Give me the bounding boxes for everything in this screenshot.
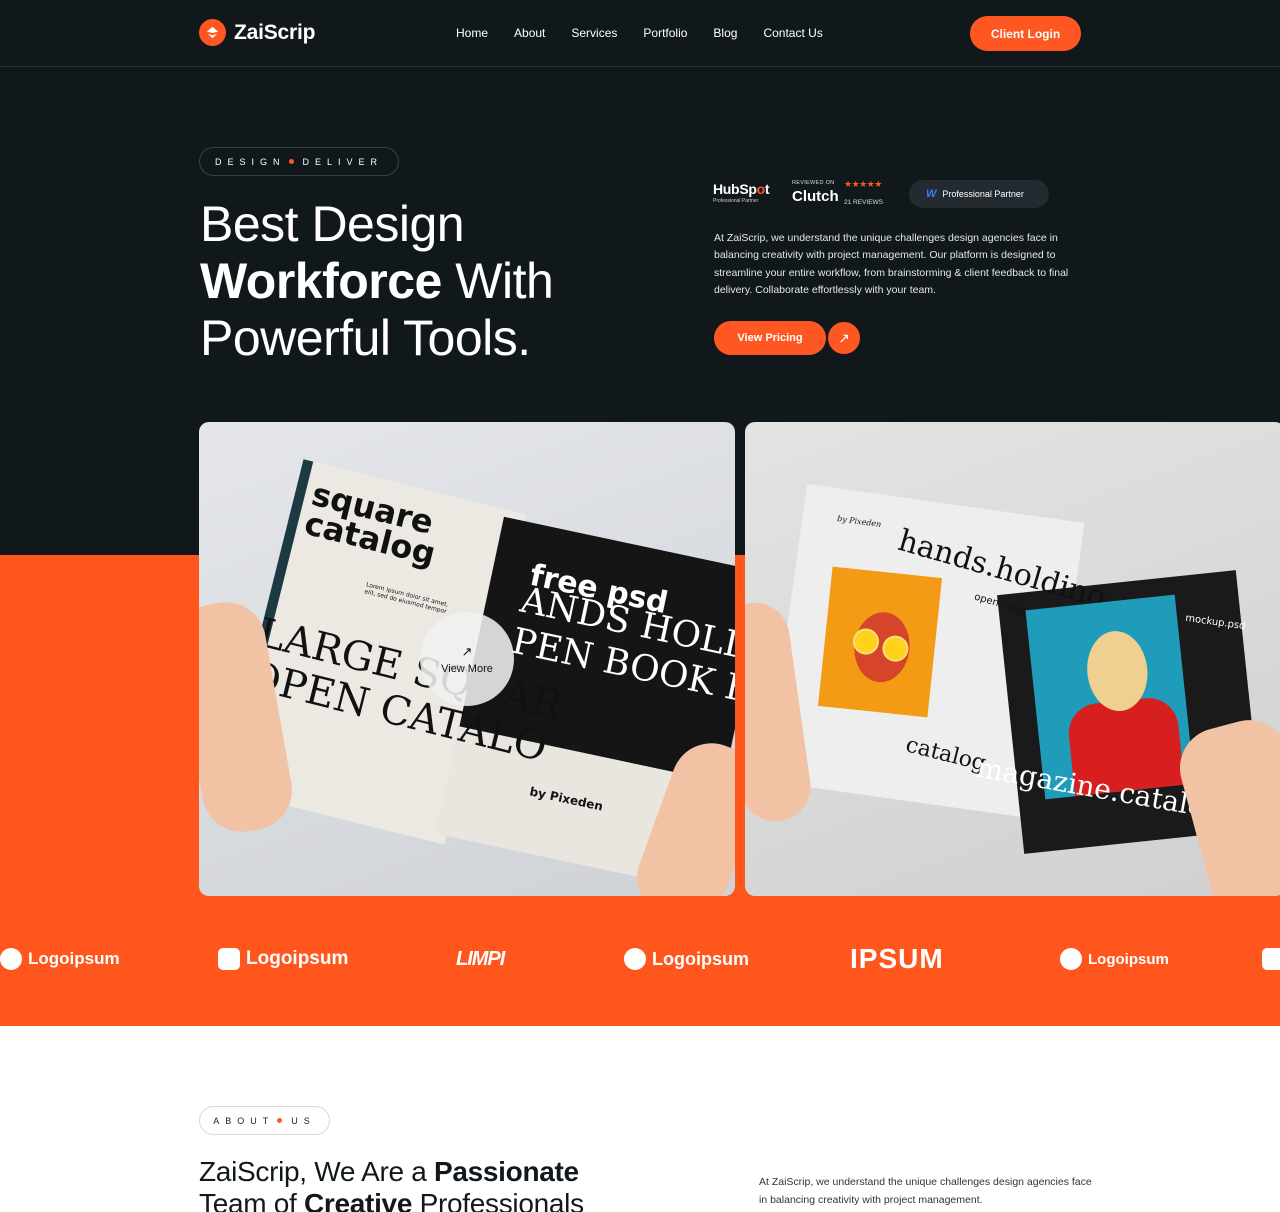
hubspot-badge: HubSpot Professional Partner (713, 181, 770, 204)
brand-logo[interactable]: ZaiScrip (199, 19, 315, 46)
hubspot-name-b: t (764, 181, 770, 197)
nav-services[interactable]: Services (571, 26, 617, 40)
partner-logo-7 (1262, 948, 1280, 970)
brand-name: ZaiScrip (234, 20, 316, 44)
nav-contact[interactable]: Contact Us (763, 26, 822, 40)
partner-logo-3: LIMPI (456, 948, 505, 971)
hero-title-bold: Workforce (200, 253, 442, 309)
webflow-icon: W (926, 188, 936, 200)
dot-icon (288, 159, 294, 164)
dot-icon (277, 1118, 283, 1123)
client-login-button[interactable]: Client Login (970, 16, 1081, 51)
nav-blog[interactable]: Blog (713, 26, 737, 40)
about-description: At ZaiScrip, we understand the unique ch… (759, 1176, 1092, 1206)
about-title-bold2: Creative (303, 1188, 413, 1212)
circle-logo-icon (624, 948, 646, 970)
hero-description: At ZaiScrip, we understand the unique ch… (714, 232, 1069, 297)
about-tag-pill: ABOUT US (199, 1106, 330, 1135)
partner-logo-6: Logoipsum (1060, 948, 1169, 970)
hubspot-name-a: HubSp (713, 181, 757, 197)
partner-logos-strip: Logoipsum Logoipsum LIMPI Logoipsum IPSU… (0, 940, 1280, 984)
professional-partner-badge: W Professional Partner (909, 180, 1049, 208)
arrow-up-right-icon[interactable]: ↗ (827, 321, 861, 355)
hubspot-name-o: o (756, 181, 766, 197)
partner-logo-2: Logoipsum (218, 948, 348, 970)
gallery-card-square-catalog[interactable]: square catalog Lorem ipsum dolor sit ame… (199, 422, 735, 896)
about-tag-left: ABOUT (213, 1115, 275, 1126)
view-pricing-button[interactable]: View Pricing (714, 321, 826, 355)
clutch-badge: REVIEWED ON ★★★★★ Clutch 21 REVIEWS (792, 179, 892, 207)
hero-tag-pill: DESIGN DELIVER (199, 147, 399, 176)
partner-logo-4: Logoipsum (624, 948, 749, 970)
hero-title-line1: Best Design (200, 196, 465, 252)
partial-logo-icon (1262, 948, 1280, 970)
gallery-card-hands-holding[interactable]: by Pixeden hands.holding open.magazine c… (745, 422, 1280, 896)
clutch-review-count: 21 REVIEWS (844, 199, 884, 206)
brand-logo-icon (199, 19, 226, 46)
partner-logo-3-label: LIMPI (456, 948, 505, 970)
arrow-up-right-icon: ↗ (461, 643, 473, 659)
flower-icon (0, 948, 22, 970)
partner-logo-6-label: Logoipsum (1088, 950, 1169, 968)
partner-label: Professional Partner (942, 189, 1024, 199)
main-nav: Home About Services Portfolio Blog Conta… (456, 26, 849, 40)
view-more-button[interactable]: ↗ View More (420, 612, 514, 706)
partner-logo-2-label: Logoipsum (246, 948, 349, 969)
hero-title-line2: With (441, 253, 554, 309)
hero-title: Best Design Workforce With Powerful Tool… (200, 196, 554, 367)
partner-logo-5-label: IPSUM (850, 943, 944, 974)
nav-home[interactable]: Home (456, 26, 488, 40)
partner-badges: HubSpot Professional Partner REVIEWED ON… (713, 178, 1053, 210)
partner-logo-1: Logoipsum (0, 948, 120, 970)
nav-about[interactable]: About (514, 26, 545, 40)
hero-tag-right: DELIVER (302, 156, 384, 167)
hero-tag-left: DESIGN (214, 156, 286, 167)
hubspot-sub: Professional Partner (713, 198, 759, 204)
photo-girl-lemons (817, 566, 943, 718)
wave-logo-icon (1060, 948, 1082, 970)
hero-title-line3: Powerful Tools. (200, 310, 531, 366)
top-navbar: ZaiScrip Home About Services Portfolio B… (0, 0, 1280, 67)
partner-logo-1-label: Logoipsum (28, 949, 120, 968)
partner-logo-4-label: Logoipsum (652, 948, 749, 969)
about-tag-right: US (291, 1115, 316, 1126)
about-title-a: ZaiScrip, We Are a (199, 1156, 434, 1187)
shield-icon (218, 948, 240, 970)
star-rating-icon: ★★★★★ (844, 179, 882, 189)
about-title: ZaiScrip, We Are a Passionate Team of Cr… (199, 1156, 584, 1212)
about-title-bold1: Passionate (433, 1156, 579, 1187)
about-title-c: Professionals (412, 1188, 585, 1212)
partner-logo-5: IPSUM (850, 943, 944, 975)
about-title-b: Team of (199, 1188, 304, 1212)
nav-portfolio[interactable]: Portfolio (643, 26, 687, 40)
about-section: ABOUT US ZaiScrip, We Are a Passionate T… (0, 1026, 1280, 1212)
view-more-label: View More (441, 662, 493, 675)
